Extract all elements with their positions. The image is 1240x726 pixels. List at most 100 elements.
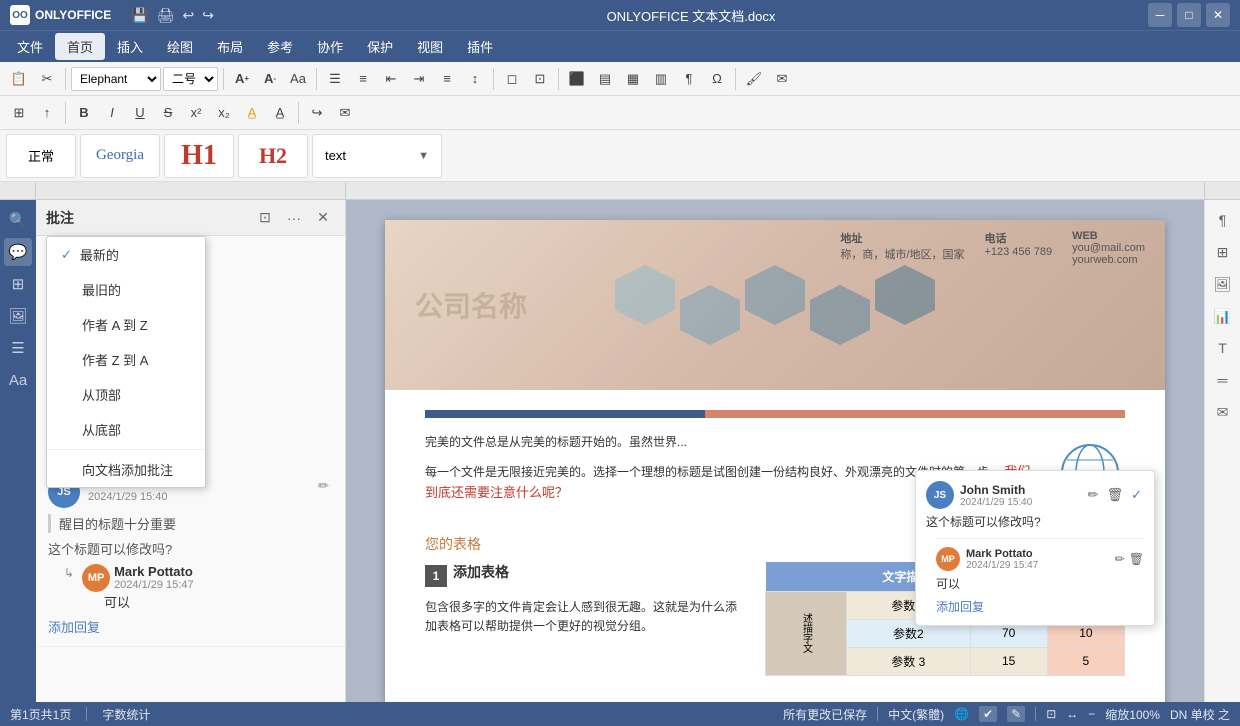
sidebar-image-icon[interactable]: 🖼	[4, 302, 32, 330]
menu-protect[interactable]: 保护	[355, 33, 405, 60]
right-text-icon[interactable]: T	[1209, 334, 1237, 362]
fc-edit-button[interactable]: ✏	[1086, 485, 1101, 505]
style-normal[interactable]: 正常	[6, 134, 76, 178]
font-size-select[interactable]: 二号	[163, 67, 218, 91]
subscript-button[interactable]: x₂	[211, 100, 237, 126]
add-reply-link-1[interactable]: 添加回复	[48, 617, 333, 636]
paste-button[interactable]: 📋	[6, 66, 32, 92]
sidebar-spell-icon[interactable]: Aa	[4, 366, 32, 394]
font-shrink-button[interactable]: A-	[257, 66, 283, 92]
menu-file[interactable]: 文件	[5, 33, 55, 60]
undo-icon[interactable]: ↩	[182, 7, 194, 24]
font-grow-button[interactable]: A+	[229, 66, 255, 92]
fc-reply-edit-button[interactable]: ✏	[1115, 552, 1125, 566]
maximize-button[interactable]: □	[1177, 3, 1201, 27]
format-more-button[interactable]: ⊞	[6, 100, 32, 126]
menu-draw[interactable]: 绘图	[155, 33, 205, 60]
style-dropdown-button[interactable]: ⊡	[527, 66, 553, 92]
numbering-button[interactable]: ≡	[350, 66, 376, 92]
expand-comment-button[interactable]: ⊡	[253, 206, 277, 230]
align-right-button[interactable]: ▦	[620, 66, 646, 92]
comment-1-edit-button[interactable]: ✏	[314, 476, 333, 496]
globe-status-icon[interactable]: 🌐	[954, 707, 969, 721]
word-count[interactable]: 字数统计	[102, 706, 150, 723]
align-left-2-button[interactable]: ⬛	[564, 66, 590, 92]
font-case-button[interactable]: Aa	[285, 66, 311, 92]
fit-page-icon[interactable]: ⊡	[1046, 707, 1056, 721]
right-mail-icon[interactable]: ✉	[1209, 398, 1237, 426]
justify-button[interactable]: ▥	[648, 66, 674, 92]
style-h1[interactable]: H1	[164, 134, 234, 178]
sidebar-nav-icon[interactable]: ☰	[4, 334, 32, 362]
right-table-icon[interactable]: ⊞	[1209, 238, 1237, 266]
menu-view[interactable]: 视图	[405, 33, 455, 60]
sort-newest[interactable]: 最新的	[47, 237, 205, 272]
copy-style-button[interactable]: 🖌	[741, 66, 767, 92]
add-doc-comment[interactable]: 向文档添加批注	[47, 452, 205, 487]
superscript-button[interactable]: x²	[183, 100, 209, 126]
special-char-button[interactable]: Ω	[704, 66, 730, 92]
sort-author-az[interactable]: 作者 A 到 Z	[47, 307, 205, 342]
close-comments-button[interactable]: ✕	[311, 206, 335, 230]
menu-home[interactable]: 首页	[55, 33, 105, 60]
sort-bottom[interactable]: 从底部	[47, 412, 205, 447]
mail-merge-button[interactable]: ✉	[769, 66, 795, 92]
italic-button[interactable]: I	[99, 100, 125, 126]
right-paragraph-icon[interactable]: ¶	[1209, 206, 1237, 234]
line-spacing-button[interactable]: ↕	[462, 66, 488, 92]
underline-button[interactable]: U	[127, 100, 153, 126]
minimize-button[interactable]: ─	[1148, 3, 1172, 27]
copy-format-button[interactable]: ↪	[304, 100, 330, 126]
cut-button[interactable]: ✂	[34, 66, 60, 92]
font-family-select[interactable]: Elephant	[71, 67, 161, 91]
menu-layout[interactable]: 布局	[205, 33, 255, 60]
menu-insert[interactable]: 插入	[105, 33, 155, 60]
sidebar-comments-icon[interactable]: 💬	[4, 238, 32, 266]
page-width-icon[interactable]: ↔	[1066, 707, 1078, 721]
fc-add-reply-link[interactable]: 添加回复	[936, 600, 984, 614]
fc-delete-button[interactable]: 🗑	[1105, 485, 1126, 505]
zoom-out-icon[interactable]: −	[1088, 707, 1095, 721]
move-up-button[interactable]: ↑	[34, 100, 60, 126]
spell-check-icon[interactable]: ✔	[979, 706, 997, 722]
sort-author-za[interactable]: 作者 Z 到 A	[47, 342, 205, 377]
style-text[interactable]: text ▼	[312, 134, 442, 178]
track-changes-icon[interactable]: ✎	[1007, 706, 1025, 722]
zoom-level[interactable]: 缩放100%	[1105, 706, 1160, 723]
font-color-button[interactable]: A̲	[267, 100, 293, 126]
sort-comment-button[interactable]: ···	[282, 206, 306, 230]
align-left-button[interactable]: ≡	[434, 66, 460, 92]
style-h2[interactable]: H2	[238, 134, 308, 178]
right-image-icon[interactable]: 🖼	[1209, 270, 1237, 298]
document-area[interactable]: 公司名称 地址 称，商，城市/地区，国家 电话 +123 456 789 WEB…	[346, 200, 1204, 702]
paste-special-button[interactable]: ✉	[332, 100, 358, 126]
fc-confirm-button[interactable]: ✓	[1129, 485, 1144, 505]
right-header-icon[interactable]: ═	[1209, 366, 1237, 394]
paragraph-button[interactable]: ¶	[676, 66, 702, 92]
eraser-button[interactable]: ◻	[499, 66, 525, 92]
outdent-button[interactable]: ⇤	[378, 66, 404, 92]
menu-bar: 文件 首页 插入 绘图 布局 参考 协作 保护 视图 插件	[0, 30, 1240, 62]
redo-icon[interactable]: ↪	[202, 7, 214, 24]
fc-reply-delete-button[interactable]: 🗑	[1129, 552, 1144, 566]
style-georgia[interactable]: Georgia	[80, 134, 160, 178]
bullets-button[interactable]: ☰	[322, 66, 348, 92]
fc-reply-actions: ✏ 🗑	[1115, 552, 1144, 566]
menu-references[interactable]: 参考	[255, 33, 305, 60]
strikethrough-button[interactable]: S	[155, 100, 181, 126]
highlight-button[interactable]: A̲	[239, 100, 265, 126]
save-icon[interactable]: 💾	[131, 7, 148, 24]
sort-oldest[interactable]: 最旧的	[47, 272, 205, 307]
menu-collaborate[interactable]: 协作	[305, 33, 355, 60]
indent-button[interactable]: ⇥	[406, 66, 432, 92]
language-selector[interactable]: 中文(繁體)	[888, 706, 944, 723]
close-button[interactable]: ✕	[1206, 3, 1230, 27]
menu-plugins[interactable]: 插件	[455, 33, 505, 60]
align-center-button[interactable]: ▤	[592, 66, 618, 92]
print-icon[interactable]: 🖨	[157, 7, 175, 24]
right-chart-icon[interactable]: 📊	[1209, 302, 1237, 330]
sidebar-search-icon[interactable]: 🔍	[4, 206, 32, 234]
sort-top[interactable]: 从顶部	[47, 377, 205, 412]
sidebar-table-icon[interactable]: ⊞	[4, 270, 32, 298]
bold-button[interactable]: B	[71, 100, 97, 126]
